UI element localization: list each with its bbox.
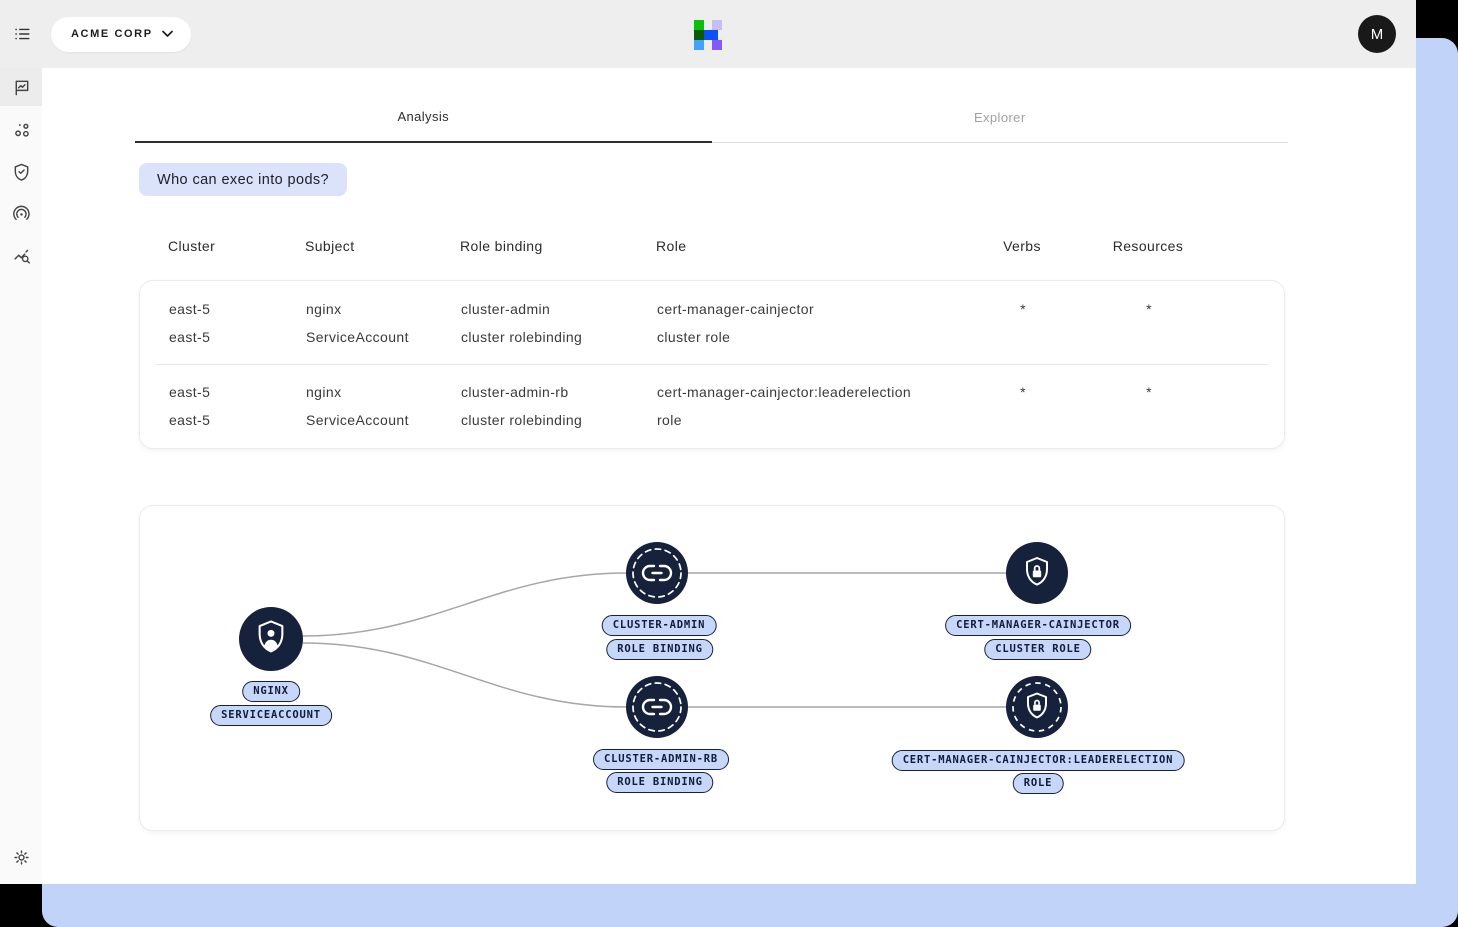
graph-card: NGINX SERVICEACCOUNT CLUSTER-ADMIN ROLE …	[139, 505, 1285, 831]
cell-resources: *	[1063, 301, 1235, 317]
tab-analysis-label: Analysis	[397, 109, 449, 124]
column-header-subject: Subject	[305, 236, 460, 256]
user-avatar[interactable]: M	[1358, 15, 1396, 53]
tab-bar: Analysis Explorer	[135, 68, 1288, 143]
shield-person-icon	[239, 607, 303, 671]
graph-label-name[interactable]: CERT-MANAGER-CAINJECTOR:LEADERELECTION	[892, 750, 1185, 771]
sidebar	[0, 68, 42, 884]
column-header-cluster: Cluster	[168, 236, 305, 256]
flag-chart-icon	[12, 78, 31, 97]
graph-node-cluster-role[interactable]	[1006, 542, 1068, 604]
graph-label-kind[interactable]: ROLE	[1013, 773, 1064, 794]
shield-lock-icon	[1006, 676, 1068, 738]
graph-label-name[interactable]: CERT-MANAGER-CAINJECTOR	[945, 615, 1131, 636]
org-switcher-button[interactable]: ACME CORP	[51, 17, 191, 52]
graph-label-kind[interactable]: CLUSTER ROLE	[984, 639, 1091, 660]
graph-node-role[interactable]	[1006, 676, 1068, 738]
cell-role-binding: cluster rolebinding	[461, 412, 657, 428]
results-table-header: Cluster Subject Role binding Role Verbs …	[139, 236, 1285, 256]
table-row[interactable]: east-5 nginx cluster-admin cert-manager-…	[140, 282, 1284, 364]
sidebar-item-radar[interactable]	[0, 194, 42, 232]
app-logo	[694, 20, 722, 50]
graph-label-name[interactable]: CLUSTER-ADMIN-RB	[593, 749, 729, 770]
cell-subject: ServiceAccount	[306, 412, 461, 428]
cell-subject: nginx	[306, 384, 461, 400]
link-icon	[626, 542, 688, 604]
radar-icon	[12, 204, 31, 223]
cell-role: cert-manager-cainjector:leaderelection	[657, 384, 983, 400]
query-chip[interactable]: Who can exec into pods?	[139, 163, 347, 196]
logo-cell-blue	[704, 30, 718, 40]
nodes-icon	[12, 120, 31, 139]
graph-label-kind[interactable]: SERVICEACCOUNT	[210, 705, 332, 726]
sidebar-item-settings[interactable]	[0, 838, 42, 876]
tab-explorer[interactable]: Explorer	[712, 68, 1289, 143]
cell-cluster: east-5	[169, 329, 306, 345]
table-row[interactable]: east-5 nginx cluster-admin-rb cert-manag…	[156, 364, 1268, 447]
cell-role-binding: cluster-admin	[461, 301, 657, 317]
cell-resources: *	[1063, 384, 1235, 400]
shield-lock-icon	[1006, 542, 1068, 604]
results-card: east-5 nginx cluster-admin cert-manager-…	[139, 280, 1285, 449]
cell-role-binding: cluster-admin-rb	[461, 384, 657, 400]
cell-cluster: east-5	[169, 384, 306, 400]
link-icon	[626, 676, 688, 738]
gear-icon	[12, 848, 31, 867]
cell-role-binding: cluster rolebinding	[461, 329, 657, 345]
sidebar-item-clusters[interactable]	[0, 110, 42, 148]
graph-label-kind[interactable]: ROLE BINDING	[606, 772, 713, 793]
logo-cell-green	[694, 20, 704, 30]
cell-subject: nginx	[306, 301, 461, 317]
graph-label-kind[interactable]: ROLE BINDING	[606, 639, 713, 660]
logo-cell-light-blue	[694, 40, 704, 50]
graph-node-cluster-admin[interactable]	[626, 542, 688, 604]
trend-search-icon	[12, 246, 31, 265]
chevron-down-icon	[162, 30, 173, 38]
menu-list-icon[interactable]	[11, 23, 33, 45]
column-header-verbs: Verbs	[982, 236, 1062, 256]
cell-cluster: east-5	[169, 301, 306, 317]
sidebar-spacer	[0, 278, 42, 838]
cell-cluster: east-5	[169, 412, 306, 428]
topbar: ACME CORP M	[0, 0, 1416, 68]
cell-role: cluster role	[657, 329, 983, 345]
logo-cell-lavender	[712, 20, 722, 30]
sidebar-item-security[interactable]	[0, 152, 42, 190]
tab-analysis[interactable]: Analysis	[135, 68, 712, 143]
sidebar-item-analysis[interactable]	[0, 68, 42, 106]
logo-cell-dark-green	[694, 30, 704, 40]
logo-cell-violet	[712, 40, 722, 50]
cell-verbs: *	[983, 301, 1063, 317]
cell-role: role	[657, 412, 983, 428]
graph-label-name[interactable]: CLUSTER-ADMIN	[602, 615, 717, 636]
column-header-role: Role	[656, 236, 982, 256]
cell-subject: ServiceAccount	[306, 329, 461, 345]
query-chip-label: Who can exec into pods?	[157, 172, 329, 188]
shield-check-icon	[12, 162, 31, 181]
main-content: Analysis Explorer Who can exec into pods…	[42, 68, 1416, 884]
column-header-role-binding: Role binding	[460, 236, 656, 256]
app-window: ACME CORP M	[0, 0, 1416, 884]
column-header-resources: Resources	[1062, 236, 1234, 256]
cell-role: cert-manager-cainjector	[657, 301, 983, 317]
graph-node-serviceaccount[interactable]	[239, 607, 303, 671]
tab-explorer-label: Explorer	[974, 110, 1026, 125]
cell-verbs: *	[983, 384, 1063, 400]
sidebar-item-insights[interactable]	[0, 236, 42, 274]
graph-label-name[interactable]: NGINX	[242, 681, 300, 702]
org-name: ACME CORP	[71, 28, 153, 40]
graph-node-cluster-admin-rb[interactable]	[626, 676, 688, 738]
avatar-initial: M	[1371, 26, 1384, 43]
